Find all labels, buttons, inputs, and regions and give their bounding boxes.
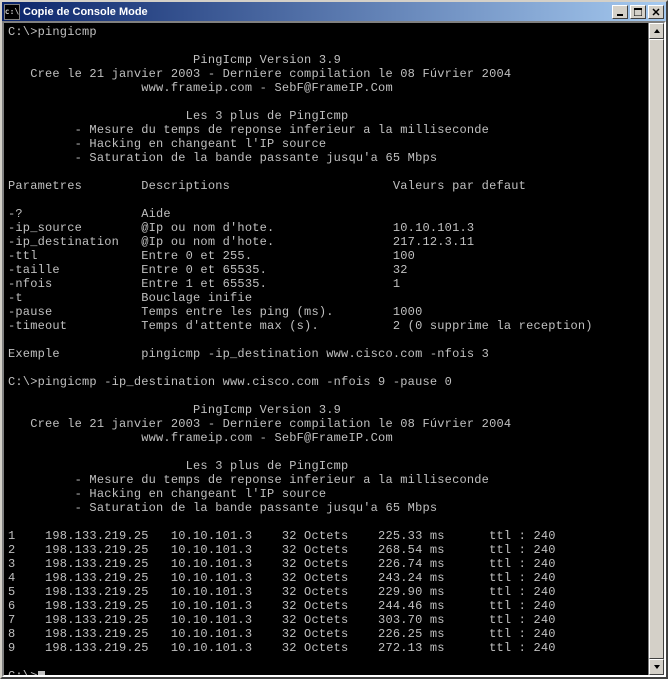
console-window: c:\ Copie de Console Mode C:\>pingicmp P… (0, 0, 668, 679)
scroll-track[interactable] (649, 39, 664, 659)
maximize-button[interactable] (630, 5, 646, 19)
window-title: Copie de Console Mode (23, 6, 612, 18)
cmd-icon: c:\ (4, 4, 20, 20)
scroll-thumb[interactable] (649, 39, 664, 659)
titlebar[interactable]: c:\ Copie de Console Mode (2, 2, 666, 21)
minimize-button[interactable] (612, 5, 628, 19)
scroll-up-button[interactable] (649, 23, 664, 39)
close-button[interactable] (648, 5, 664, 19)
cursor (38, 671, 45, 675)
scroll-down-button[interactable] (649, 659, 664, 675)
titlebar-buttons (612, 5, 666, 19)
vertical-scrollbar[interactable] (648, 23, 664, 675)
client-area: C:\>pingicmp PingIcmp Version 3.9 Cree l… (2, 21, 666, 677)
console-output[interactable]: C:\>pingicmp PingIcmp Version 3.9 Cree l… (4, 23, 648, 675)
